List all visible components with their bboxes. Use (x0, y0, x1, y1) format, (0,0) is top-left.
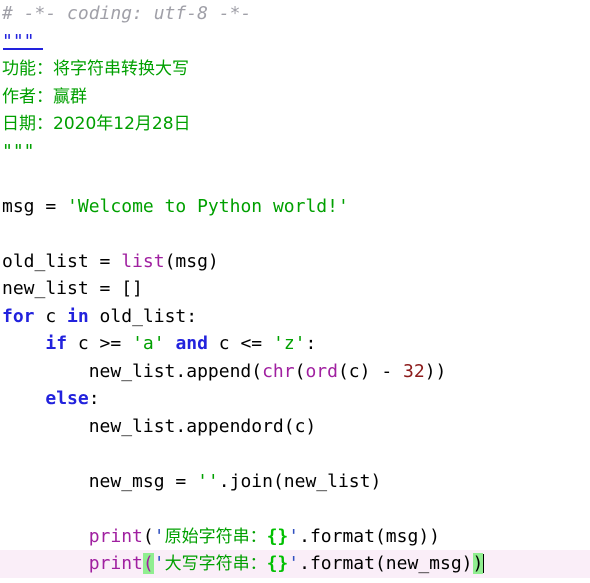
code-line[interactable]: else: (0, 385, 590, 413)
code-token-plain: ( (142, 525, 154, 547)
code-token-builtin: chr (262, 360, 295, 382)
code-token-plain: .format(msg)) (299, 525, 440, 547)
code-token-plain: new_list.appendord(c) (2, 415, 317, 437)
code-text-area[interactable]: # -*- coding: utf-8 -*- """ 功能：将字符串转换大写 作者：… (0, 0, 590, 578)
code-token-string: 'Welcome to Python world!' (67, 195, 349, 217)
code-token-builtin: ord (305, 360, 338, 382)
code-token-plain: (msg) (164, 250, 219, 272)
code-token-plain: c <= (207, 333, 273, 354)
code-token-comment: # -*- coding: utf-8 -*- (2, 3, 252, 24)
code-line[interactable]: print('原始字符串：{}'.format(msg)) (0, 523, 590, 551)
code-token-plain: new_list = [] (2, 278, 143, 299)
code-token-keyword: if (45, 333, 68, 354)
code-token-plain: )) (424, 360, 447, 382)
code-token-builtin: print (88, 525, 143, 547)
code-token-plain: old_list = (2, 250, 122, 272)
code-line[interactable]: for c in old_list: (0, 303, 590, 331)
code-token-doc: 日期：2020年12月28日 (2, 114, 191, 134)
code-token-string: '' (197, 470, 219, 492)
code-line[interactable]: new_msg = ''.join(new_list) (0, 468, 590, 496)
code-line[interactable]: new_list.append(chr(ord(c) - 32)) (0, 358, 590, 386)
code-token-doc: 功能：将字符串转换大写 (2, 59, 189, 79)
code-token-quote: ' (153, 525, 165, 547)
code-token-doc: 作者：赢群 (2, 86, 87, 107)
code-token-quote: ' (288, 525, 300, 547)
code-token-plain: c >= (67, 333, 133, 354)
text-caret (483, 554, 485, 573)
code-token-keyword: in (67, 305, 89, 327)
code-token-plain: .format(new_msg) (299, 553, 473, 574)
code-token-plain: new_msg = (2, 470, 198, 492)
code-line[interactable]: 日期：2020年12月28日 (0, 110, 590, 138)
code-line[interactable]: """ (0, 28, 590, 56)
code-token-plain: : (305, 333, 317, 354)
code-line[interactable]: if c >= 'a' and c <= 'z': (0, 330, 590, 358)
code-token-builtin: list (121, 250, 165, 272)
code-line[interactable]: new_list = [] (0, 275, 590, 303)
code-token-builtin: print (88, 553, 143, 574)
code-line[interactable] (0, 220, 590, 248)
code-token-quote: ' (288, 553, 300, 574)
code-token-keyword: else (45, 388, 89, 409)
code-token-plain: c (34, 305, 68, 327)
code-line[interactable] (0, 440, 590, 468)
code-token-plain: = (45, 195, 68, 217)
code-token-doc: """ (2, 140, 35, 162)
code-token-keyword: and (175, 333, 208, 354)
code-token-plain: (c) - (337, 360, 403, 382)
code-token-number: 32 (403, 360, 425, 382)
code-line[interactable]: """ (0, 138, 590, 166)
code-line[interactable]: 功能：将字符串转换大写 (0, 55, 590, 83)
code-token-plain: ( (294, 360, 306, 382)
docstring-underline-annotation (3, 47, 43, 50)
code-line[interactable]: old_list = list(msg) (0, 248, 590, 276)
code-token-plain: old_list: (88, 305, 198, 327)
code-token-string: 'a' (132, 333, 165, 354)
code-token-quote: ' (153, 553, 165, 574)
code-line[interactable] (0, 165, 590, 193)
code-token-plain: : (88, 388, 100, 409)
code-token-fmt: {} (266, 553, 289, 574)
code-token-string: 大写字符串： (164, 554, 267, 574)
code-editor-pane[interactable]: # -*- coding: utf-8 -*- """ 功能：将字符串转换大写 作者：… (0, 0, 590, 583)
code-line[interactable] (0, 495, 590, 523)
code-token-plain: .join(new_list) (218, 470, 382, 492)
code-token-bracket-open: ( (142, 553, 154, 574)
code-line[interactable]: 作者：赢群 (0, 83, 590, 111)
code-token-string: 原始字符串： (164, 526, 267, 547)
code-line-current[interactable]: print('大写字符串：{}'.format(new_msg)) (0, 550, 590, 578)
code-token-string: 'z' (272, 333, 306, 354)
code-token-plain: msg (2, 195, 46, 217)
code-token-plain: new_list.append( (2, 360, 263, 382)
code-token-keyword: for (2, 305, 35, 327)
code-line[interactable]: new_list.appendord(c) (0, 413, 590, 441)
code-line[interactable]: msg = 'Welcome to Python world!' (0, 193, 590, 221)
code-line[interactable]: # -*- coding: utf-8 -*- (0, 0, 590, 28)
code-token-bracket-close: ) (472, 553, 484, 574)
code-token-fmt: {} (266, 525, 289, 547)
